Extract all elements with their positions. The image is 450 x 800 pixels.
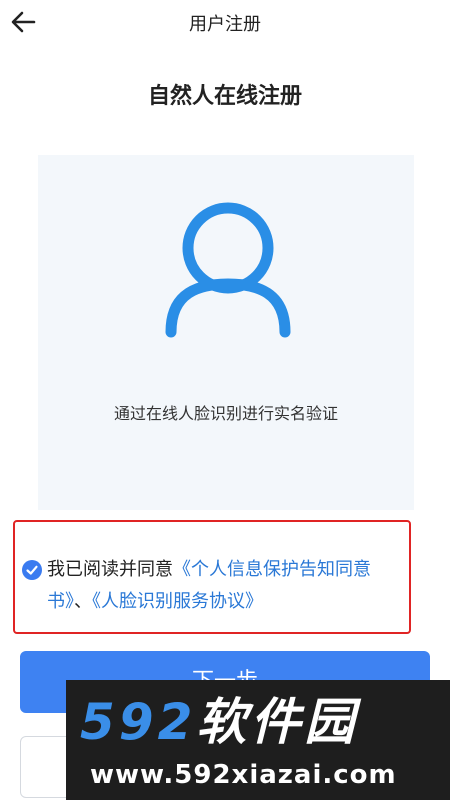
face-recognition-panel[interactable]: 通过在线人脸识别进行实名验证 [38,155,414,510]
page-title: 自然人在线注册 [147,84,302,109]
user-avatar-icon [165,202,291,338]
check-circle-icon [26,565,38,575]
register-page: 用户注册 自然人在线注册 通过在线人脸识别进行实名验证 我已阅读并同意《个人信息… [0,0,450,800]
agreement-section: 我已阅读并同意《个人信息保护告知同意书》、《人脸识别服务协议》 [13,520,411,634]
watermark-logo: 592软件园 [80,694,358,750]
watermark-logo-number: 592 [80,693,197,751]
page-header-title: 用户注册 [189,14,261,35]
watermark-logo-text: 软件园 [196,693,359,751]
watermark: 592软件园 www.592xiazai.com [66,680,450,800]
agreement-text: 我已阅读并同意《个人信息保护告知同意书》、《人脸识别服务协议》 [47,554,407,618]
agreement-prefix: 我已阅读并同意 [47,559,173,580]
watermark-url: www.592xiazai.com [90,760,397,790]
face-service-agreement-link[interactable]: 《人脸识别服务协议》 [92,591,263,612]
agreement-checkbox[interactable] [22,560,42,580]
top-bar: 用户注册 [0,0,450,44]
face-verify-caption: 通过在线人脸识别进行实名验证 [113,404,338,423]
agreement-separator: 、 [74,591,92,612]
